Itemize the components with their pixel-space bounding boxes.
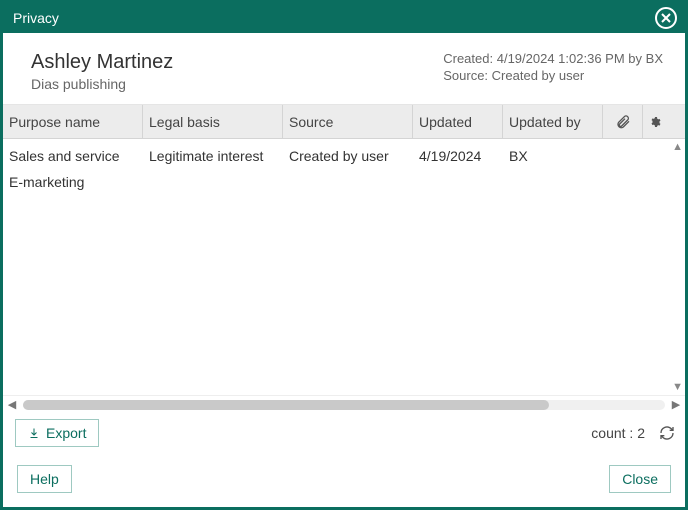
created-label: Created:: [443, 51, 493, 66]
column-header-source[interactable]: Source: [283, 105, 413, 138]
refresh-button[interactable]: [659, 425, 675, 441]
window-title: Privacy: [13, 10, 59, 26]
help-button[interactable]: Help: [17, 465, 72, 493]
window-close-button[interactable]: [655, 7, 677, 29]
column-header-attachment[interactable]: [603, 105, 643, 138]
created-by-label: by: [628, 51, 642, 66]
scroll-up-arrow[interactable]: ▲: [672, 141, 683, 153]
grid-header-row: Purpose name Legal basis Source Updated …: [3, 105, 685, 139]
close-icon: [660, 12, 672, 24]
scroll-right-arrow[interactable]: ▶: [669, 398, 683, 411]
privacy-dialog: Privacy Ashley Martinez Dias publishing …: [0, 0, 688, 510]
dialog-footer: Help Close: [3, 453, 685, 507]
titlebar: Privacy: [3, 3, 685, 33]
grid-body: Sales and serviceLegitimate interestCrea…: [3, 139, 685, 395]
scrollbar-track[interactable]: [23, 400, 665, 410]
close-button[interactable]: Close: [609, 465, 671, 493]
export-label: Export: [46, 425, 86, 441]
export-button[interactable]: Export: [15, 419, 99, 447]
horizontal-scrollbar[interactable]: ◀ ▶: [3, 395, 685, 413]
scroll-left-arrow[interactable]: ◀: [5, 398, 19, 411]
record-identity: Ashley Martinez Dias publishing: [31, 51, 173, 92]
scrollbar-thumb[interactable]: [23, 400, 549, 410]
source-value: Created by user: [492, 68, 585, 83]
column-header-legal-basis[interactable]: Legal basis: [143, 105, 283, 138]
count-label: count :: [591, 425, 633, 441]
source-line: Source: Created by user: [443, 68, 663, 83]
contact-name: Ashley Martinez: [31, 51, 173, 74]
created-value: 4/19/2024 1:02:36 PM: [497, 51, 625, 66]
cell-purpose: E-marketing: [3, 174, 143, 190]
record-meta: Created: 4/19/2024 1:02:36 PM by BX Sour…: [443, 51, 663, 85]
cell-legal: Legitimate interest: [143, 148, 283, 164]
help-label: Help: [30, 471, 59, 487]
gear-icon: [649, 115, 661, 129]
table-row[interactable]: Sales and serviceLegitimate interestCrea…: [3, 143, 685, 169]
download-icon: [28, 427, 40, 439]
cell-updatedby: BX: [503, 148, 603, 164]
cell-purpose: Sales and service: [3, 148, 143, 164]
source-label: Source:: [443, 68, 488, 83]
contact-company: Dias publishing: [31, 76, 173, 92]
data-grid: Purpose name Legal basis Source Updated …: [3, 104, 685, 453]
column-header-purpose[interactable]: Purpose name: [3, 105, 143, 138]
created-by-value: BX: [646, 51, 663, 66]
column-header-updated-by[interactable]: Updated by: [503, 105, 603, 138]
grid-toolbar: Export count : 2: [3, 413, 685, 453]
grid-settings-button[interactable]: [643, 105, 667, 138]
close-label: Close: [622, 471, 658, 487]
column-header-updated[interactable]: Updated: [413, 105, 503, 138]
scroll-down-arrow[interactable]: ▼: [672, 381, 683, 393]
refresh-icon: [659, 425, 675, 441]
cell-source: Created by user: [283, 148, 413, 164]
cell-updated: 4/19/2024: [413, 148, 503, 164]
toolbar-right: count : 2: [591, 425, 675, 441]
created-line: Created: 4/19/2024 1:02:36 PM by BX: [443, 51, 663, 66]
record-header: Ashley Martinez Dias publishing Created:…: [3, 33, 685, 104]
row-count: count : 2: [591, 425, 645, 441]
paperclip-icon: [615, 114, 631, 130]
count-value: 2: [637, 425, 645, 441]
table-row[interactable]: E-marketing: [3, 169, 685, 195]
